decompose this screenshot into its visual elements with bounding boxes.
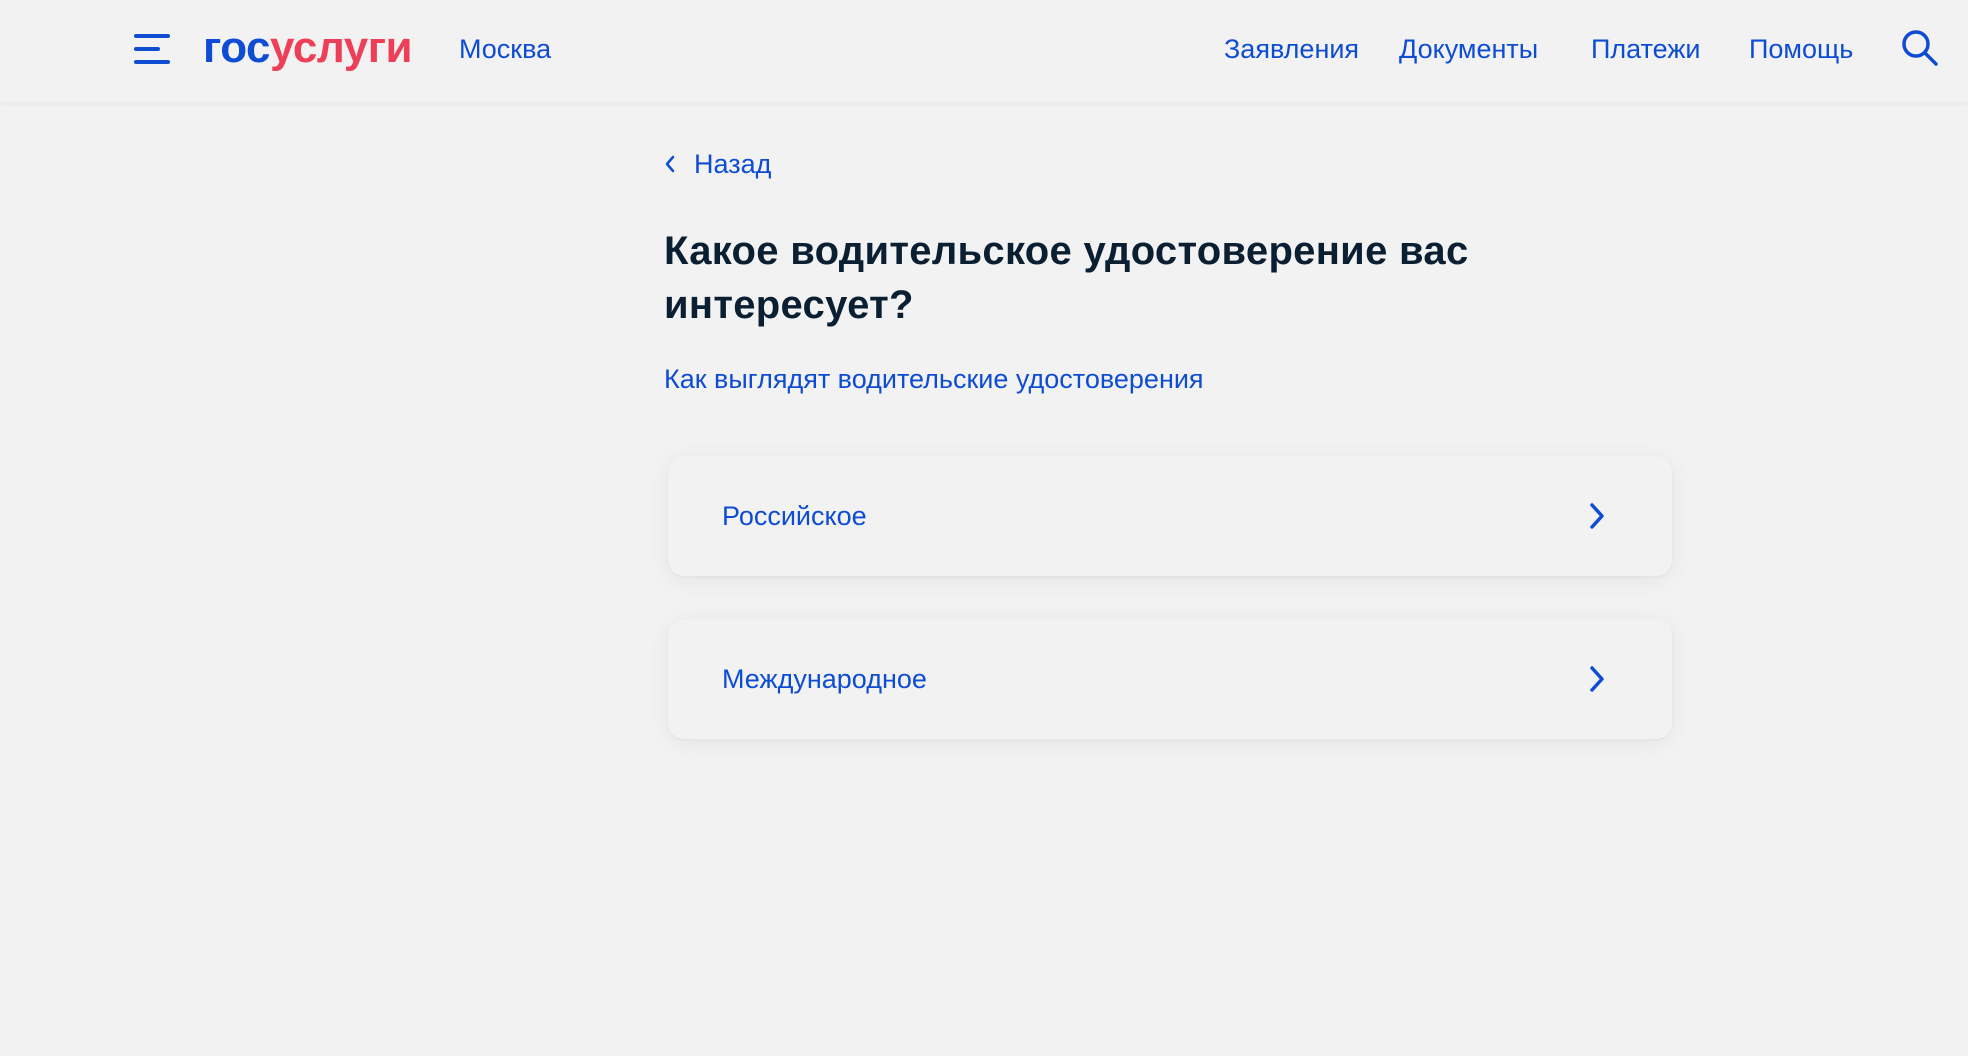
option-label: Российское xyxy=(722,501,867,531)
nav-item-documents[interactable]: Документы xyxy=(1399,32,1538,66)
search-icon[interactable] xyxy=(1900,28,1940,68)
back-link[interactable]: Назад xyxy=(664,146,771,182)
nav-item-payments[interactable]: Платежи xyxy=(1591,32,1701,66)
hamburger-menu-icon[interactable] xyxy=(134,34,170,64)
license-appearance-link[interactable]: Как выглядят водительские удостоверения xyxy=(664,362,1204,396)
chevron-right-icon xyxy=(1590,666,1604,692)
chevron-right-icon xyxy=(1590,503,1604,529)
page-title: Какое водительское удостоверение вас инт… xyxy=(664,229,1469,327)
logo-part-uslugi: услуги xyxy=(270,23,413,72)
option-international-license[interactable]: Международное xyxy=(668,619,1672,739)
site-header: госуслуги Москва Заявления Документы Пла… xyxy=(0,0,1968,102)
gosuslugi-logo[interactable]: госуслуги xyxy=(203,20,413,76)
option-label: Международное xyxy=(722,664,927,694)
nav-item-applications[interactable]: Заявления xyxy=(1224,32,1359,66)
nav-item-help[interactable]: Помощь xyxy=(1749,32,1853,66)
city-selector[interactable]: Москва xyxy=(459,32,551,66)
chevron-left-icon xyxy=(665,155,675,173)
back-link-label: Назад xyxy=(694,149,772,179)
option-russian-license[interactable]: Российское xyxy=(668,456,1672,576)
logo-part-gos: гос xyxy=(203,23,271,72)
